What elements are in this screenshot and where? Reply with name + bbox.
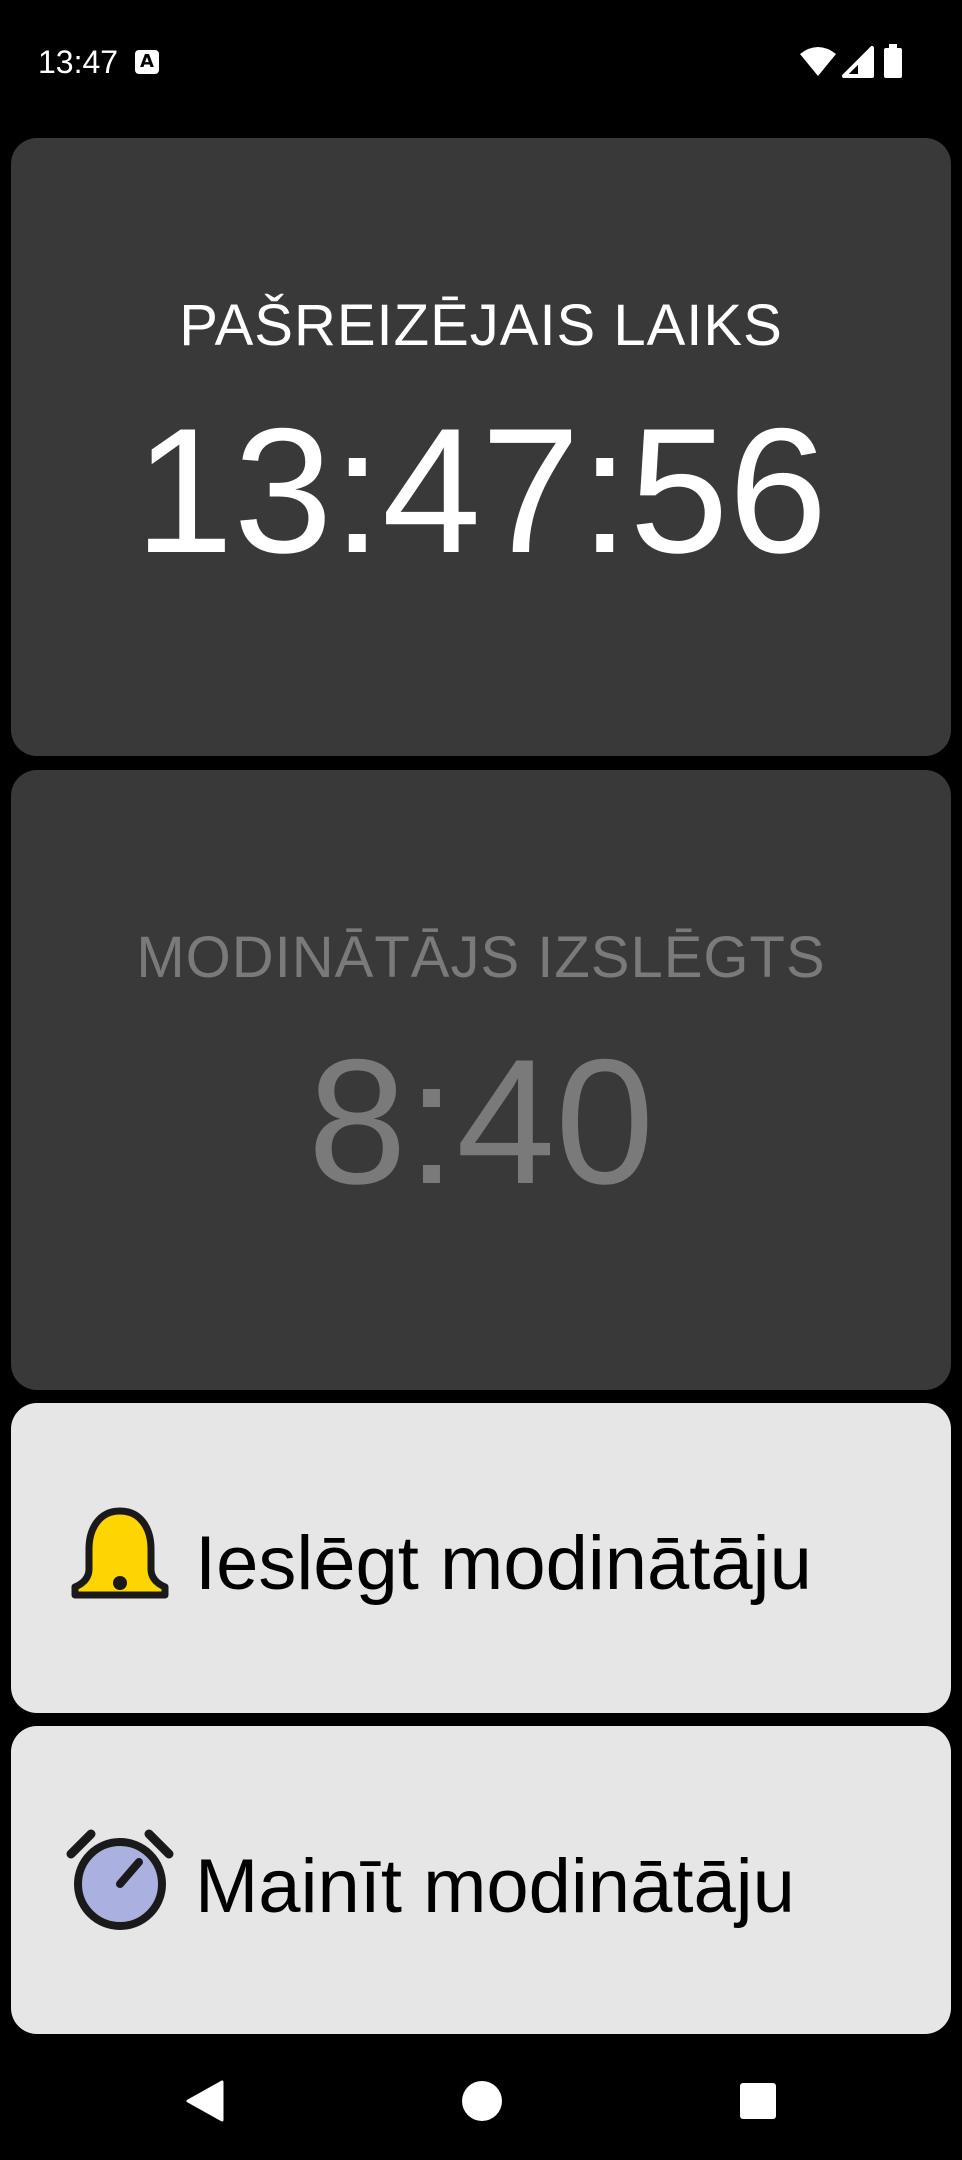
recents-icon [740, 2083, 776, 2119]
enable-alarm-label: Ieslēgt modinātāju [195, 1521, 812, 1606]
battery-icon [884, 44, 902, 78]
alarm-status-label: MODINĀTĀJS IZSLĒGTS [136, 925, 826, 990]
cellular-signal-icon [842, 46, 874, 78]
status-time: 13:47 [38, 44, 119, 80]
recents-button[interactable] [697, 2040, 817, 2160]
back-icon [186, 2080, 224, 2122]
change-alarm-label: Mainīt modinātāju [195, 1844, 795, 1929]
current-time-value: 13:47:56 [134, 391, 828, 590]
notification-badge-icon: A [135, 50, 159, 74]
alarm-time-value: 8:40 [307, 1022, 655, 1221]
navigation-bar [0, 2040, 962, 2160]
status-bar: 13:47 A [0, 0, 962, 128]
current-time-label: PAŠREIZĒJAIS LAIKS [179, 293, 783, 358]
status-icons [798, 44, 928, 80]
back-button[interactable] [144, 2040, 264, 2160]
alarm-status-card: MODINĀTĀJS IZSLĒGTS 8:40 [11, 770, 951, 1390]
alarm-clock-icon [66, 1829, 174, 1930]
home-button[interactable] [421, 2040, 541, 2160]
home-icon [462, 2081, 502, 2121]
wifi-icon [800, 47, 836, 76]
current-time-card: PAŠREIZĒJAIS LAIKS 13:47:56 [11, 138, 951, 756]
bell-icon [71, 1507, 169, 1599]
enable-alarm-button[interactable]: Ieslēgt modinātāju [11, 1403, 951, 1713]
change-alarm-button[interactable]: Mainīt modinātāju [11, 1726, 951, 2034]
